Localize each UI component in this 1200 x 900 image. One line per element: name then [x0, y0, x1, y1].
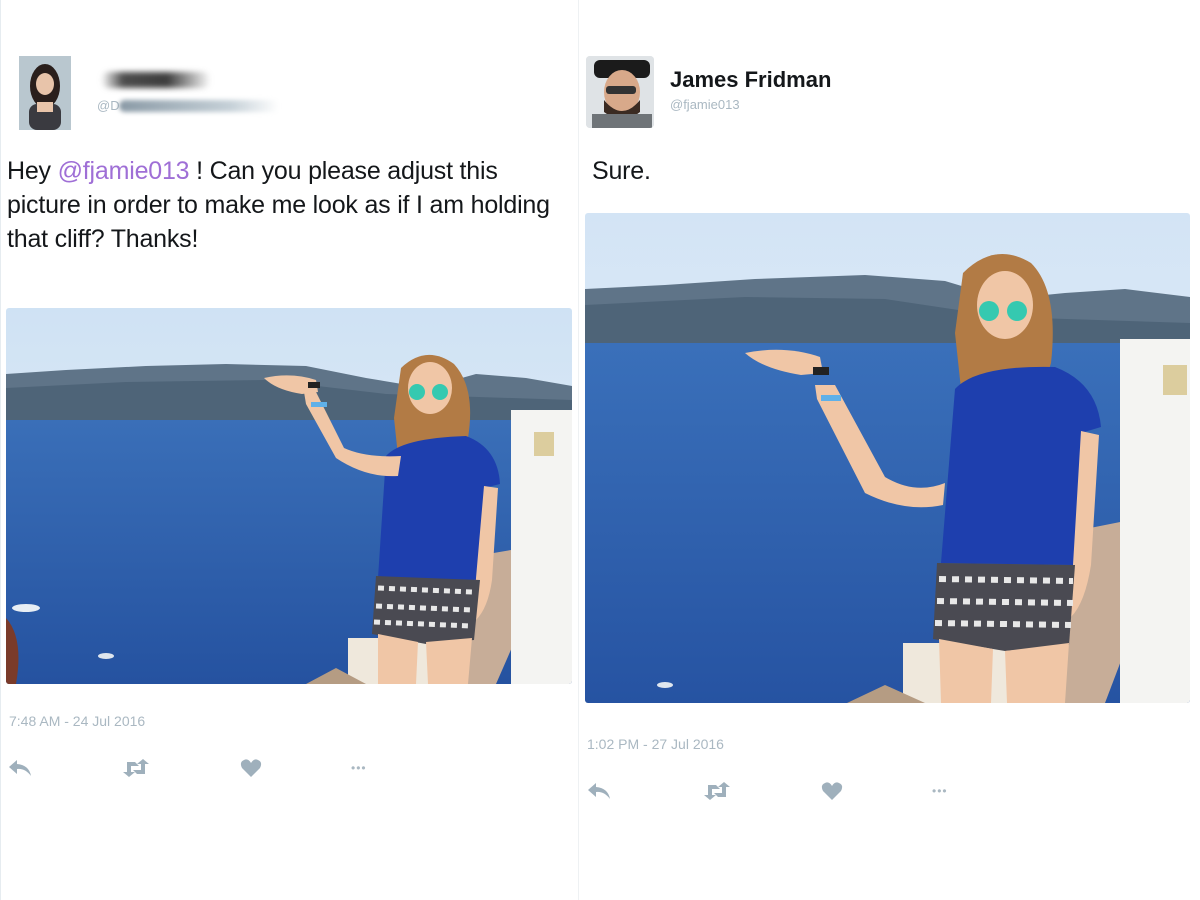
user-avatar[interactable] — [19, 56, 71, 130]
heart-icon[interactable] — [821, 781, 843, 801]
tweet-photo[interactable] — [6, 308, 572, 684]
mention-link[interactable]: @fjamie013 — [58, 157, 190, 185]
user-avatar[interactable] — [586, 56, 654, 128]
photo-santorini-original — [6, 308, 572, 684]
retweet-icon[interactable] — [702, 781, 732, 801]
reply-icon[interactable] — [586, 781, 612, 801]
tweet-timestamp[interactable]: 7:48 AM - 24 Jul 2016 — [9, 713, 145, 729]
redacted-handle: @D — [97, 98, 297, 113]
handle-blur — [119, 100, 279, 112]
tweet-photo[interactable] — [585, 213, 1190, 703]
display-name[interactable]: James Fridman — [670, 67, 831, 93]
avatar-photo — [19, 56, 71, 130]
tweet-text: Hey @fjamie013 ! Can you please adjust t… — [7, 154, 575, 256]
tweet-request: @D Hey @fjamie013 ! Can you please adjus… — [0, 0, 579, 900]
screen-name[interactable]: @fjamie013 — [670, 97, 740, 112]
more-icon[interactable]: ••• — [351, 757, 367, 779]
text-prefix: Hey — [7, 157, 58, 185]
tweet-response: James Fridman @fjamie013 Sure. 1:02 PM -… — [580, 0, 1200, 900]
tweet-timestamp[interactable]: 1:02 PM - 27 Jul 2016 — [587, 736, 724, 752]
tweet-text: Sure. — [592, 157, 651, 185]
reply-icon[interactable] — [7, 758, 33, 778]
photo-santorini-edited — [585, 213, 1190, 703]
retweet-icon[interactable] — [121, 758, 151, 778]
heart-icon[interactable] — [240, 758, 262, 778]
redacted-display-name — [101, 72, 211, 88]
avatar-photo — [586, 56, 654, 128]
more-icon[interactable]: ••• — [932, 780, 948, 802]
handle-prefix: @D — [97, 98, 120, 113]
